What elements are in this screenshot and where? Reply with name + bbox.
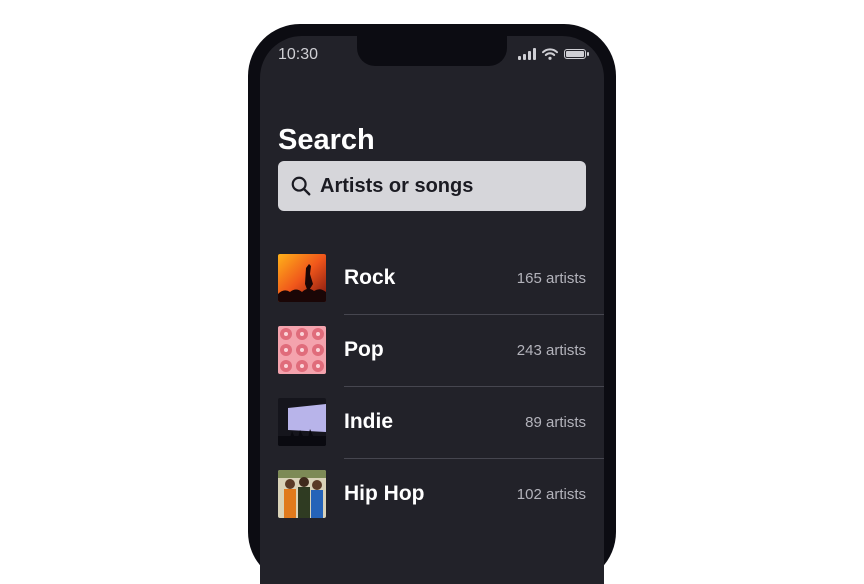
genre-artist-count: 165 artists xyxy=(516,270,586,287)
genre-label: Indie xyxy=(344,410,394,433)
genre-artist-count: 243 artists xyxy=(516,342,586,359)
app-screen: 10:30 Search Artists or songs Rock 165 a… xyxy=(260,36,604,584)
genre-thumbnail-hip-hop xyxy=(278,470,326,518)
wifi-icon xyxy=(542,48,558,60)
signal-icon xyxy=(518,48,536,60)
divider xyxy=(344,314,604,315)
genre-item-pop[interactable]: Pop 243 artists xyxy=(278,326,604,376)
phone-frame: 10:30 Search Artists or songs Rock 165 a… xyxy=(248,24,616,584)
status-icons xyxy=(518,48,589,60)
search-input[interactable]: Artists or songs xyxy=(278,161,586,211)
status-time: 10:30 xyxy=(278,46,319,63)
search-placeholder: Artists or songs xyxy=(320,174,474,197)
page-title: Search xyxy=(278,124,375,156)
battery-icon xyxy=(564,49,589,59)
genre-artist-count: 89 artists xyxy=(525,414,586,431)
notch xyxy=(357,36,507,66)
genre-item-rock[interactable]: Rock 165 artists xyxy=(278,254,604,304)
genre-label: Pop xyxy=(344,338,384,361)
genre-artist-count: 102 artists xyxy=(516,486,586,503)
genre-thumbnail-indie xyxy=(278,398,326,446)
search-icon xyxy=(291,176,311,196)
genre-label: Rock xyxy=(344,266,396,289)
genre-item-indie[interactable]: Indie 89 artists xyxy=(278,398,604,448)
divider xyxy=(344,386,604,387)
divider xyxy=(344,458,604,459)
genre-item-hip-hop[interactable]: Hip Hop 102 artists xyxy=(278,470,604,520)
genre-label: Hip Hop xyxy=(344,482,425,505)
genre-thumbnail-rock xyxy=(278,254,326,302)
genre-thumbnail-pop xyxy=(278,326,326,374)
